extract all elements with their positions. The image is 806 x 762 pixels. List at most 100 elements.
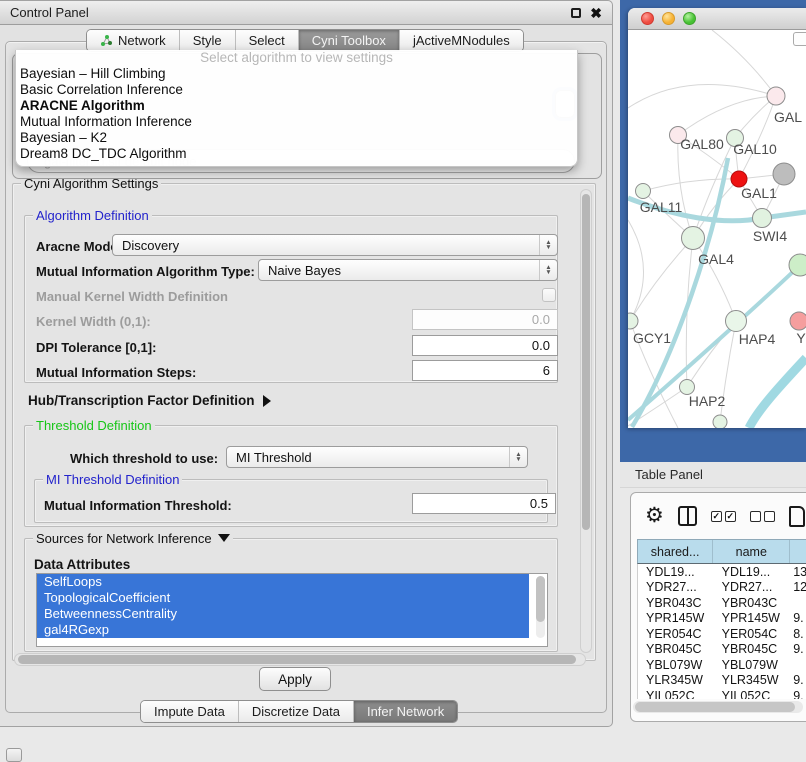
table-row[interactable]: YPR145WYPR145W9. [638,611,806,627]
bottom-tab-discretize-data[interactable]: Discretize Data [239,701,354,722]
network-nodes: GALGAL80GAL10GAL1GAL11SWI4GAL4GCY1HAP4YH… [628,87,806,428]
kernel-width-value: 0.0 [532,312,550,327]
close-traffic-light-icon[interactable] [641,12,654,25]
table-cell: YIL052C [714,688,792,699]
table-row[interactable]: YIL052CYIL052C9. [638,688,806,699]
network-node-y[interactable] [790,312,806,330]
node-label-gal1: GAL1 [741,185,777,201]
combo-arrows-icon: ▲▼ [539,235,557,255]
table-cell: YER054C [638,626,714,642]
table-cell: YDL19... [714,564,792,580]
table-cell: 9. [791,673,806,689]
settings-vertical-scrollbar[interactable] [580,189,592,653]
table-row[interactable]: YBR045CYBR045C9. [638,642,806,658]
algorithm-option-basic-correlation-inference[interactable]: Basic Correlation Inference [16,82,577,98]
window-title: Control Panel [0,5,89,20]
mi-steps-value: 6 [543,363,550,378]
control-panel-window: Control Panel ✖ Network StyleSelectCyni T… [0,0,613,727]
minimize-traffic-light-icon[interactable] [662,12,675,25]
node-label-gal11: GAL11 [640,199,683,215]
table-row[interactable]: YBR043CYBR043C [638,595,806,611]
unchecked-checkboxes-icon[interactable] [750,511,775,522]
node-label-gcy1: GCY1 [633,330,671,346]
network-node-swi4[interactable] [753,209,772,228]
network-node-gcy1[interactable] [628,313,638,329]
network-node-gal[interactable] [767,87,785,105]
which-threshold-combo[interactable]: MI Threshold ▲▼ [226,446,528,468]
network-canvas[interactable]: GALGAL80GAL10GAL1GAL11SWI4GAL4GCY1HAP4YH… [628,30,806,428]
mi-threshold-field[interactable]: 0.5 [412,493,556,514]
table-header-row: shared...nameA [637,539,806,564]
collapse-arrow-icon[interactable] [218,534,230,542]
document-icon[interactable] [789,506,805,527]
attribute-item-selfloops[interactable]: SelfLoops [37,574,529,590]
scrollbar-thumb[interactable] [18,655,576,664]
table-horizontal-scrollbar[interactable] [633,701,803,713]
table-cell: YBL079W [638,657,714,673]
network-node[interactable] [789,254,806,276]
algorithm-definition-title: Algorithm Definition [33,208,152,223]
tab-style[interactable]: Style [180,30,236,51]
network-node-hap4[interactable] [726,311,747,332]
attribute-item-betweennesscentrality[interactable]: BetweennessCentrality [37,606,529,622]
network-node[interactable] [713,415,727,428]
tab-label: Network [118,33,166,48]
network-view-window: GALGAL80GAL10GAL1GAL11SWI4GAL4GCY1HAP4YH… [628,8,806,428]
tab-cyni-toolbox[interactable]: Cyni Toolbox [299,30,400,51]
close-window-icon[interactable]: ✖ [590,8,602,18]
columns-icon[interactable] [678,506,697,526]
algorithm-option-dream8-dc-tdc-algorithm[interactable]: Dream8 DC_TDC Algorithm [16,146,577,162]
table-cell: 9. [791,642,806,658]
tab-jactivemnodules[interactable]: jActiveMNodules [400,30,523,51]
network-node-gal11[interactable] [636,184,651,199]
table-cell: YBR045C [638,642,714,658]
checked-checkboxes-icon[interactable]: ✓✓ [711,511,736,522]
table-row[interactable]: YDR27...YDR27...12 [638,580,806,596]
bottom-tab-infer-network[interactable]: Infer Network [354,701,457,722]
table-row[interactable]: YER054CYER054C8. [638,626,806,642]
column-header-shared[interactable]: shared... [638,540,713,563]
mi-type-combo[interactable]: Naive Bayes ▲▼ [258,259,558,281]
table-row[interactable]: YLR345WYLR345W9. [638,673,806,689]
settings-horizontal-scrollbar[interactable] [14,653,586,666]
dpi-tolerance-field[interactable]: 0.0 [412,335,558,356]
kernel-width-field[interactable]: 0.0 [412,309,558,330]
table-cell: YPR145W [638,611,714,627]
scrollbar-thumb[interactable] [582,194,590,530]
list-scrollbar[interactable] [536,576,545,638]
table-row[interactable]: YDL19...YDL19...13 [638,564,806,580]
collapsed-panel-icon[interactable] [6,748,22,762]
tab-network[interactable]: Network [87,30,180,51]
table-row[interactable]: YBL079WYBL079W [638,657,806,673]
algorithm-option-aracne-algorithm[interactable]: ARACNE Algorithm [16,98,577,114]
mi-threshold-value: 0.5 [530,496,548,511]
table-cell: YLR345W [638,673,714,689]
hub-definition-label: Hub/Transcription Factor Definition [28,393,255,408]
table-cell: YDR27... [638,580,714,596]
table-cell: YIL052C [638,688,714,699]
network-node[interactable] [773,163,795,185]
column-header-name[interactable]: name [713,540,790,563]
manual-kernel-checkbox[interactable] [542,288,556,302]
algorithm-option-bayesian-k2[interactable]: Bayesian – K2 [16,130,577,146]
algorithm-option-mutual-information-inference[interactable]: Mutual Information Inference [16,114,577,130]
hub-definition-expander[interactable]: Hub/Transcription Factor Definition [28,393,271,408]
attribute-item-gal4rgexp[interactable]: gal4RGexp [37,622,529,638]
table-cell: YLR345W [714,673,792,689]
algorithm-option-bayesian-hill-climbing[interactable]: Bayesian – Hill Climbing [16,66,577,82]
zoom-traffic-light-icon[interactable] [683,12,696,25]
table-cell: YER054C [714,626,792,642]
float-window-icon[interactable] [571,8,581,18]
mi-steps-field[interactable]: 6 [412,360,558,381]
tab-select[interactable]: Select [236,30,299,51]
attribute-item-topologicalcoefficient[interactable]: TopologicalCoefficient [37,590,529,606]
aracne-mode-value: Discovery [122,238,179,253]
aracne-mode-combo[interactable]: Discovery ▲▼ [112,234,558,256]
data-attributes-list[interactable]: SelfLoopsTopologicalCoefficientBetweenne… [36,573,548,647]
network-node-gal4[interactable] [682,227,705,250]
bottom-tab-impute-data[interactable]: Impute Data [141,701,239,722]
column-header-a[interactable]: A [790,540,806,563]
gear-icon[interactable]: ⚙ [645,506,664,526]
apply-button[interactable]: Apply [259,667,331,691]
scrollbar-thumb[interactable] [635,702,795,712]
